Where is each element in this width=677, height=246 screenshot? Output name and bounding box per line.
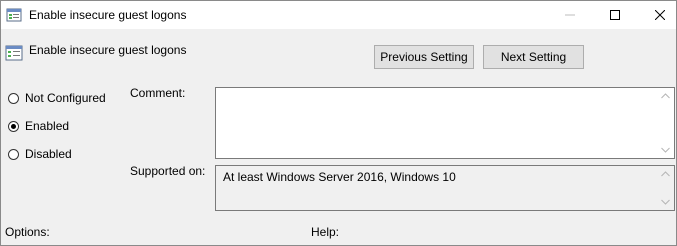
maximize-icon [609,10,620,20]
radio-disabled[interactable]: Disabled [8,147,72,161]
maximize-button[interactable] [592,1,637,29]
supported-on-value: At least Windows Server 2016, Windows 10 [223,170,456,184]
comment-label: Comment: [130,86,186,100]
policy-name: Enable insecure guest logons [29,43,187,57]
minimize-button[interactable] [547,1,592,29]
supported-scrollbar[interactable] [657,166,674,210]
scroll-up-icon[interactable] [661,93,670,99]
policy-settings-icon [6,7,22,23]
next-setting-button[interactable]: Next Setting [483,45,584,69]
comment-textarea[interactable] [215,87,675,159]
radio-label: Not Configured [25,91,106,105]
help-section-label: Help: [311,225,340,239]
minimize-icon [564,14,575,16]
comment-scrollbar[interactable] [657,88,674,158]
scroll-up-icon[interactable] [661,171,670,177]
policy-settings-icon [5,44,23,62]
options-section-label: Options: [5,225,50,239]
radio-not-configured[interactable]: Not Configured [8,91,106,105]
window-title: Enable insecure guest logons [29,8,187,22]
policy-dialog-window: Enable insecure guest logons Enable inse… [0,0,677,246]
supported-on-label: Supported on: [130,164,206,178]
close-icon [654,10,665,20]
radio-button[interactable] [8,148,19,160]
radio-button[interactable] [8,92,19,104]
radio-enabled[interactable]: Enabled [8,119,69,133]
radio-label: Disabled [25,147,72,161]
previous-setting-button[interactable]: Previous Setting [374,45,474,69]
title-bar[interactable]: Enable insecure guest logons [1,1,676,29]
scroll-down-icon[interactable] [661,147,670,153]
supported-on-field: At least Windows Server 2016, Windows 10 [215,165,675,211]
scroll-down-icon[interactable] [661,199,670,205]
close-button[interactable] [637,1,677,29]
radio-label: Enabled [25,119,70,133]
radio-button[interactable] [8,120,19,132]
